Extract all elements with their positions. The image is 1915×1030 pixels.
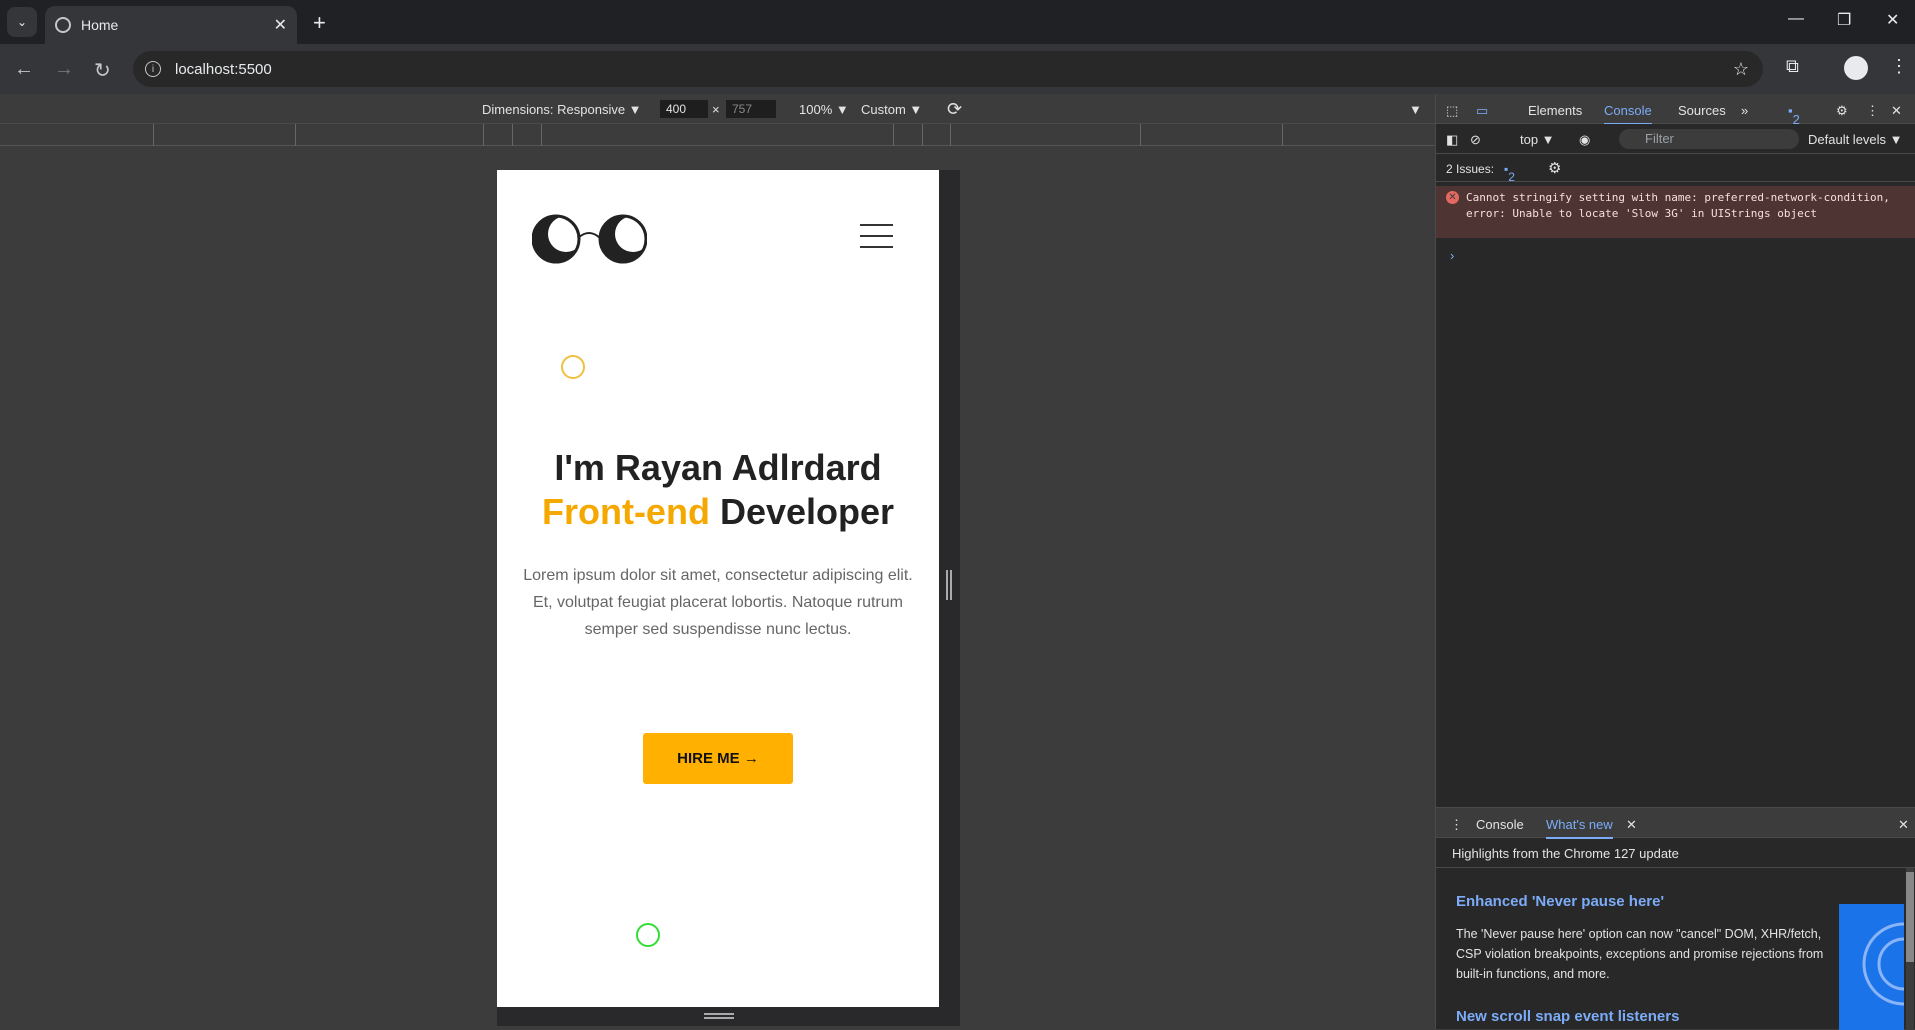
back-icon[interactable]: ← [14,58,34,81]
hero-role-accent: Front-end [541,491,710,532]
whats-new-heading: Highlights from the Chrome 127 update [1436,838,1915,868]
device-toolbar: Dimensions: Responsive ▼ 400 × 757 100% … [0,94,1435,124]
browser-toolbar: ← → ↻ i localhost:5500 ☆ ⧉ ⋮ [0,44,1915,94]
drawer-tab-whats-new[interactable]: What's new [1546,817,1613,839]
tab-console[interactable]: Console [1604,103,1652,125]
hero-name-line: I'm Rayan Adlrdard [554,447,882,488]
minimize-icon[interactable]: — [1788,10,1804,28]
tab-sources[interactable]: Sources [1678,103,1726,118]
whats-new-item-body: The 'Never pause here' option can now "c… [1456,927,1824,981]
tab-home[interactable]: Home ✕ [45,6,297,44]
logo-glasses-icon[interactable] [532,214,647,264]
devtools-drawer: ⋮ Console What's new ✕ ✕ Highlights from… [1436,807,1915,1030]
tab-close-icon[interactable]: ✕ [274,15,287,35]
forward-icon[interactable]: → [54,58,74,81]
whats-new-item-title[interactable]: Enhanced 'Never pause here' [1456,893,1664,910]
extensions-icon[interactable]: ⧉ [1786,56,1799,77]
whats-new-item-title-2[interactable]: New scroll snap event listeners [1456,1008,1679,1025]
decor-circle-yellow [561,355,585,379]
hero-title: I'm Rayan Adlrdard Front-end Developer [497,446,939,534]
issues-label: 2 Issues: [1446,162,1495,176]
drawer-tab-console[interactable]: Console [1476,817,1524,832]
address-bar[interactable]: i localhost:5500 ☆ [133,51,1763,87]
bookmark-star-icon[interactable]: ☆ [1733,59,1749,80]
console-settings-icon[interactable]: ⚙ [1548,159,1561,177]
hero-role-line: Front-end Developer [497,490,939,534]
dimensions-select[interactable]: Dimensions: Responsive ▼ [482,102,642,117]
more-tabs-icon[interactable]: » [1741,103,1748,118]
inspect-element-icon[interactable]: ⬚ [1446,103,1458,119]
height-input[interactable]: 757 [726,100,776,118]
sidebar-toggle-icon[interactable]: ◧ [1446,132,1458,148]
menu-icon[interactable]: ⋮ [1890,56,1908,77]
tab-strip: ⌄ Home ✕ + — ❐ ✕ [0,0,1915,44]
device-viewport: I'm Rayan Adlrdard Front-end Developer L… [497,170,939,1007]
restore-icon[interactable]: ❐ [1837,10,1851,30]
media-query-ruler[interactable] [0,124,1435,146]
hero-role-rest: Developer [709,491,895,532]
device-resize-handle-right[interactable] [939,170,960,1026]
drawer-menu-icon[interactable]: ⋮ [1450,817,1463,833]
hire-me-button[interactable]: HIRE ME → [643,733,793,784]
drawer-close-icon[interactable]: ✕ [1898,817,1909,833]
devtools-tabbar: ⬚ ▭ Elements Console Sources » ▪ 2 ⚙ ⋮ ✕ [1436,94,1915,127]
filter-input[interactable]: Filter [1619,129,1799,149]
profile-icon[interactable] [1844,56,1868,80]
rotate-icon[interactable]: ⟳ [947,99,962,120]
issues-count[interactable]: ▪ 2 [1504,162,1515,184]
width-input[interactable]: 400 [660,100,708,118]
tab-title: Home [81,17,119,33]
decor-circle-green [636,923,660,947]
globe-icon [55,17,71,33]
device-resize-handle-bottom[interactable] [497,1007,960,1026]
devtools-panel: ⬚ ▭ Elements Console Sources » ▪ 2 ⚙ ⋮ ✕… [1435,94,1915,1030]
issues-badge[interactable]: ▪ 2 [1788,103,1800,127]
throttle-select[interactable]: Custom ▼ [861,102,922,117]
tab-search-button[interactable]: ⌄ [7,7,37,37]
zoom-select[interactable]: 100% ▼ [799,102,849,117]
log-levels-select[interactable]: Default levels ▼ [1808,132,1903,147]
device-toggle-icon[interactable]: ▭ [1476,103,1488,119]
site-info-icon[interactable]: i [145,61,161,77]
url-text[interactable]: localhost:5500 [175,61,272,78]
hero-description: Lorem ipsum dolor sit amet, consectetur … [523,567,913,638]
clear-console-icon[interactable]: ⊘ [1470,132,1481,148]
console-filter-bar: ◧ ⊘ top ▼ ◉ Filter Default levels ▼ [1436,124,1915,154]
error-text: Cannot stringify setting with name: pref… [1466,191,1890,220]
drawer-scrollbar[interactable] [1906,868,1914,1030]
devtools-menu-icon[interactable]: ⋮ [1866,103,1879,119]
settings-icon[interactable]: ⚙ [1836,103,1848,119]
context-select[interactable]: top ▼ [1520,132,1555,147]
tab-elements[interactable]: Elements [1528,103,1582,118]
whats-new-thumbnail [1839,904,1904,1030]
times-sign: × [712,102,720,117]
whats-new-close-icon[interactable]: ✕ [1626,817,1637,833]
issues-bar: 2 Issues: ▪ 2 ⚙ [1436,154,1915,184]
device-options-icon[interactable]: ▼ [1409,102,1422,117]
window-close-icon[interactable]: ✕ [1886,10,1899,30]
drawer-tabbar: ⋮ Console What's new ✕ ✕ [1436,808,1915,839]
new-tab-button[interactable]: + [313,10,326,36]
reload-icon[interactable]: ↻ [94,58,111,83]
error-icon: ✕ [1446,191,1459,204]
console-prompt[interactable]: › [1450,248,1454,263]
hamburger-menu-icon[interactable] [860,224,893,257]
devtools-close-icon[interactable]: ✕ [1891,103,1902,119]
live-expression-icon[interactable]: ◉ [1579,132,1590,148]
console-error-message[interactable]: ✕ Cannot stringify setting with name: pr… [1436,186,1915,238]
